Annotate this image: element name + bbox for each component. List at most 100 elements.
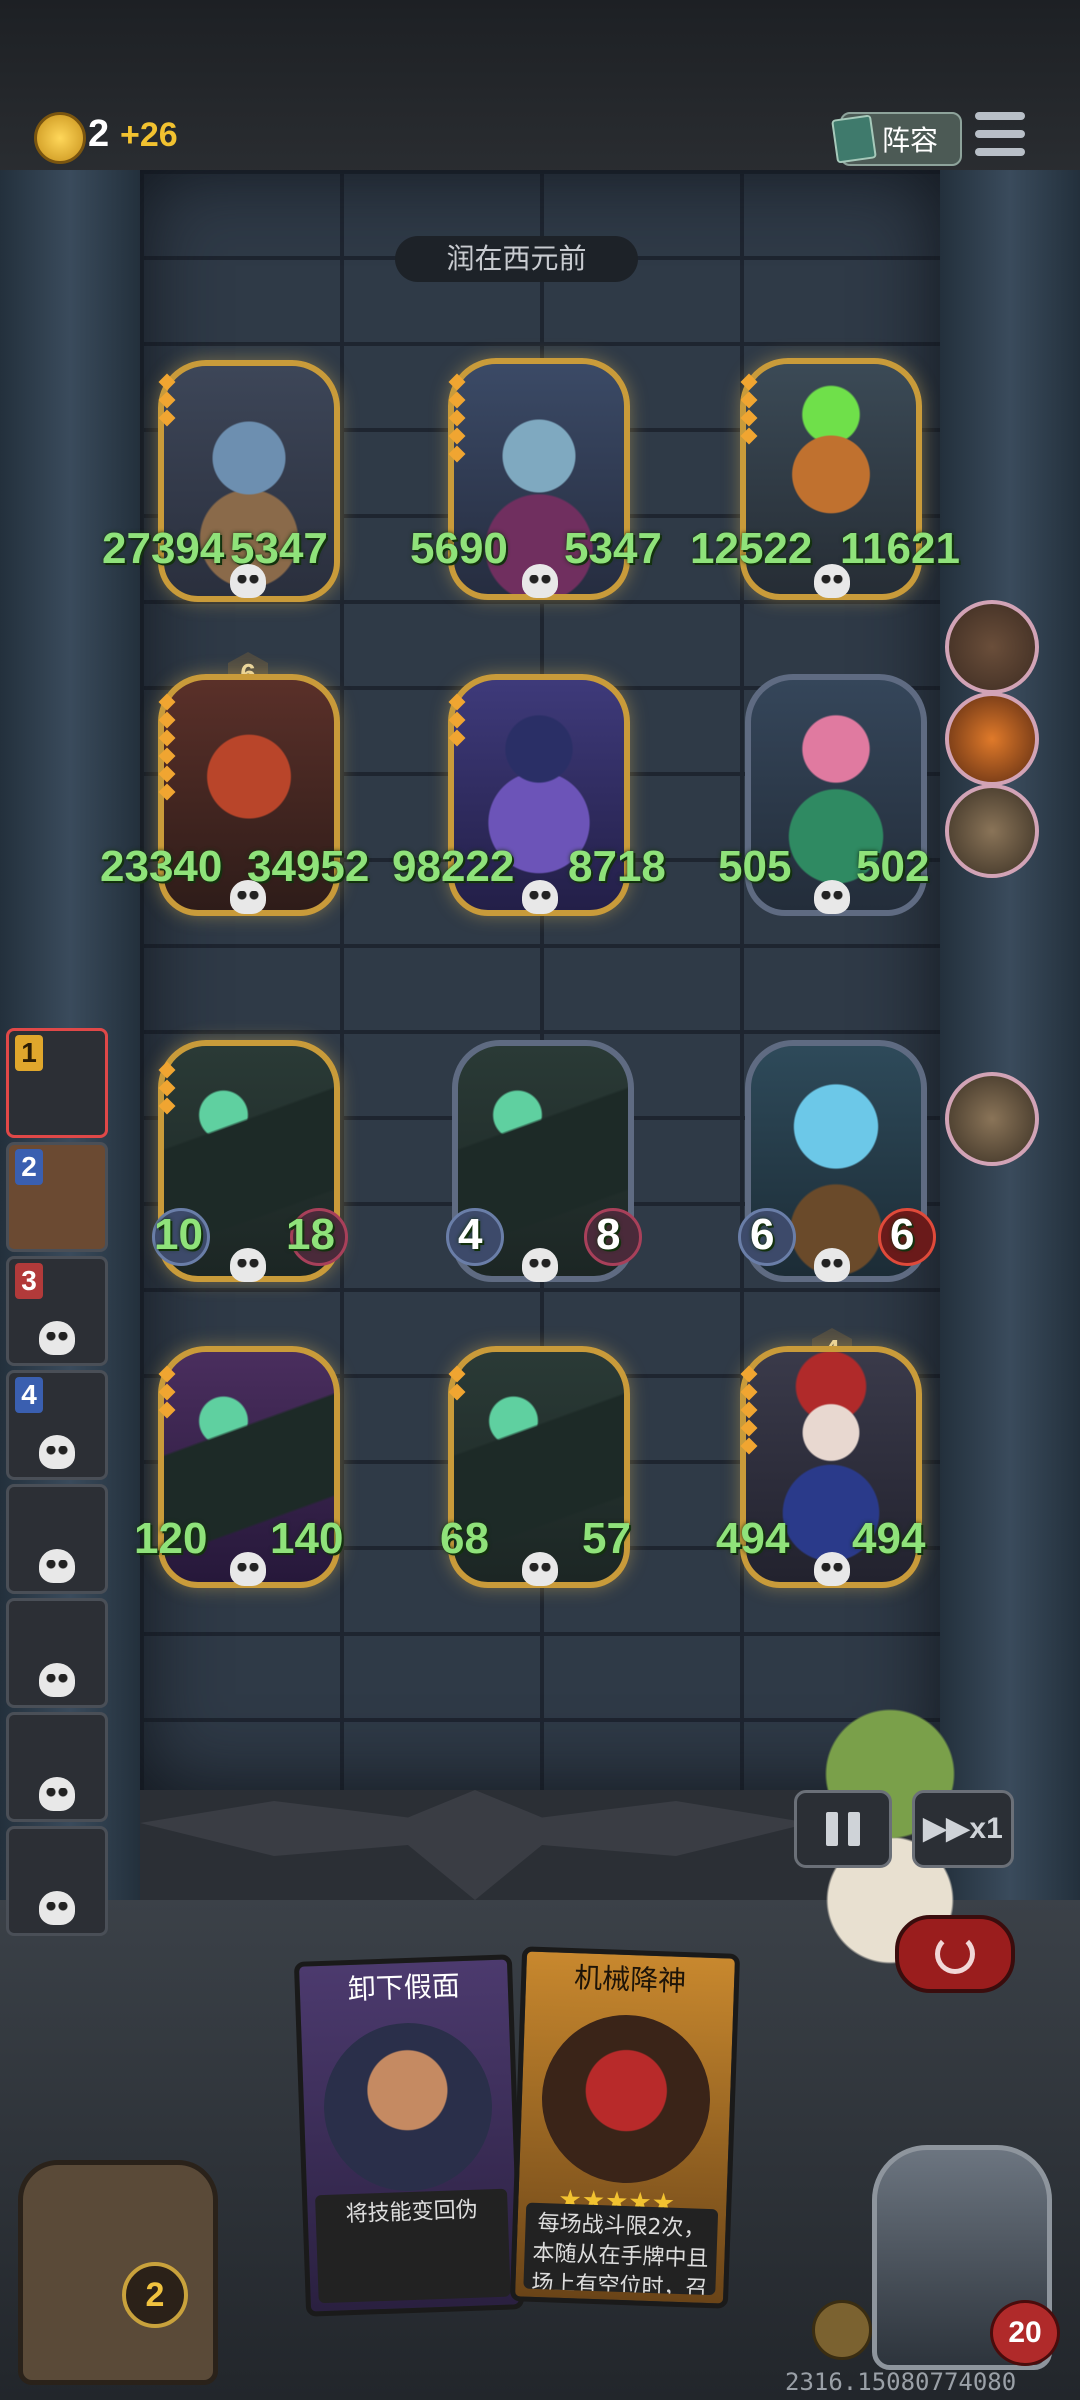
skull-icon <box>39 1777 75 1811</box>
player-slot-7[interactable] <box>6 1712 108 1822</box>
skull-icon <box>230 880 266 914</box>
star-diamonds <box>448 370 466 466</box>
star-diamonds <box>158 1362 176 1422</box>
pause-icon <box>826 1812 838 1846</box>
star-diamonds <box>740 370 758 448</box>
star-diamonds <box>158 1058 176 1118</box>
star-diamonds <box>158 370 176 430</box>
minion-health: 5347 <box>564 524 662 573</box>
menu-icon-bar <box>975 148 1025 156</box>
star-diamonds <box>448 690 466 750</box>
minion-health: 140 <box>270 1514 344 1563</box>
minion-attack: 12522 <box>690 524 813 573</box>
minion-attack: 120 <box>134 1514 208 1563</box>
minion-health: 8718 <box>568 842 666 891</box>
power-icon <box>935 1934 975 1974</box>
spell-description: 每场战斗限2次，本随从在手牌中且场上有空位时，召唤1个本随从的复制 <box>523 2202 719 2296</box>
player-rank: 4 <box>15 1377 43 1413</box>
skull-icon <box>522 564 558 598</box>
stage-title: 润在西元前 <box>395 236 638 282</box>
minion-health: 6 <box>890 1210 915 1259</box>
debug-coords: 2316.15080774080 <box>785 2368 1017 2396</box>
spell-card-unmask[interactable]: 卸下假面 将技能变回伪 <box>293 1954 525 2317</box>
chest-count: 2 <box>122 2262 188 2328</box>
skull-icon <box>39 1549 75 1583</box>
star-diamonds <box>448 1362 466 1404</box>
gold-coin-icon <box>34 112 86 164</box>
skull-icon <box>230 1248 266 1282</box>
player-rank: 3 <box>15 1263 43 1299</box>
skull-icon <box>814 1248 850 1282</box>
star-diamonds <box>740 1362 758 1458</box>
spell-description: 将技能变回伪 <box>315 2188 511 2304</box>
pause-icon-bar <box>848 1812 860 1846</box>
speed-label: x1 <box>969 1812 1003 1845</box>
spell-card-deus-ex-machina[interactable]: 机械降神 ★★★★★ 每场战斗限2次，本随从在手牌中且场上有空位时，召唤1个本随… <box>509 1946 741 2309</box>
minion-attack: 494 <box>716 1514 790 1563</box>
minion-health: 494 <box>852 1514 926 1563</box>
minion-health: 11621 <box>840 524 960 573</box>
speed-button[interactable]: ▶▶x1 <box>912 1790 1014 1868</box>
minion-health: 34952 <box>247 842 370 891</box>
skull-icon <box>230 1552 266 1586</box>
fast-forward-icon: ▶▶ <box>923 1812 970 1845</box>
player-slot-6[interactable] <box>6 1598 108 1708</box>
minion-health: 502 <box>856 842 930 891</box>
spell-art <box>321 2020 495 2194</box>
menu-icon-bar <box>975 130 1025 138</box>
trinket-golden-idol[interactable] <box>945 600 1039 694</box>
skull-icon <box>522 880 558 914</box>
bat-ornament <box>140 1790 810 1900</box>
player-rank: 2 <box>15 1149 43 1185</box>
minion-attack: 68 <box>440 1514 489 1563</box>
minion-attack: 98222 <box>392 842 515 891</box>
star-diamonds <box>158 690 176 804</box>
hero-power-icon[interactable] <box>812 2300 872 2360</box>
player-slot-2[interactable]: 2 <box>6 1142 108 1252</box>
minion-attack: 505 <box>718 842 792 891</box>
lineup-button[interactable]: 阵容 <box>831 112 962 166</box>
trinket-campfire[interactable] <box>945 692 1039 786</box>
menu-icon <box>975 112 1025 120</box>
gold-count: 2 <box>88 113 110 155</box>
skull-icon <box>814 880 850 914</box>
minion-attack: 5690 <box>410 524 508 573</box>
menu-button[interactable] <box>975 112 1025 156</box>
skull-icon <box>39 1321 75 1355</box>
spell-title: 机械降神 <box>573 1961 687 1999</box>
minion-health: 8 <box>596 1210 621 1259</box>
pause-button[interactable] <box>794 1790 892 1868</box>
skull-icon <box>522 1248 558 1282</box>
player-slot-5[interactable] <box>6 1484 108 1594</box>
player-slot-3[interactable]: 3 <box>6 1256 108 1366</box>
treasure-chest[interactable] <box>18 2160 218 2385</box>
skull-icon <box>39 1891 75 1925</box>
minion-attack: 6 <box>750 1210 775 1259</box>
skull-icon <box>230 564 266 598</box>
quit-button[interactable] <box>895 1915 1015 1993</box>
minion-attack: 10 <box>154 1210 203 1259</box>
player-slot-8[interactable] <box>6 1826 108 1936</box>
book-icon <box>831 114 877 164</box>
spell-art <box>539 2012 713 2186</box>
skull-icon <box>814 1552 850 1586</box>
right-pillar <box>940 170 1080 1920</box>
minion-attack: 27394 <box>102 524 225 573</box>
player-rank: 1 <box>15 1035 43 1071</box>
skull-icon <box>522 1552 558 1586</box>
player-slot-4[interactable]: 4 <box>6 1370 108 1480</box>
minion-health: 57 <box>582 1514 631 1563</box>
skull-icon <box>39 1435 75 1469</box>
skull-icon <box>814 564 850 598</box>
trinket-ship[interactable] <box>945 784 1039 878</box>
skull-icon <box>39 1663 75 1697</box>
hero-health: 20 <box>990 2300 1060 2366</box>
lineup-label: 阵容 <box>882 124 939 157</box>
player-slot-1[interactable]: 1 <box>6 1028 108 1138</box>
minion-attack: 4 <box>458 1210 483 1259</box>
spell-title: 卸下假面 <box>347 1969 461 2007</box>
gold-bonus: +26 <box>120 116 178 154</box>
minion-attack: 23340 <box>100 842 223 891</box>
minion-health: 18 <box>286 1210 335 1259</box>
trinket-ship[interactable] <box>945 1072 1039 1166</box>
